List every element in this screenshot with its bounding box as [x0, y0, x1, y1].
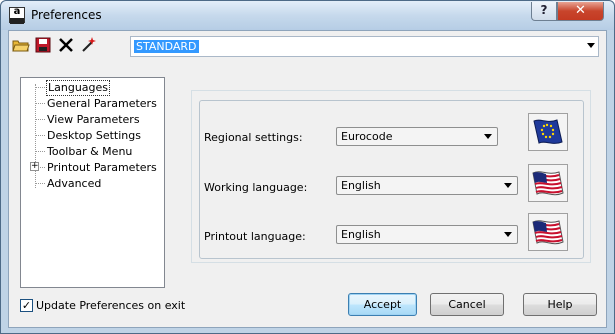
working-language-label: Working language:	[204, 181, 308, 194]
accept-button[interactable]: Accept	[348, 293, 417, 316]
window-title: Preferences	[31, 8, 102, 22]
profile-select[interactable]: STANDARD	[130, 36, 599, 57]
expand-icon[interactable]: +	[30, 162, 39, 171]
regional-settings-label: Regional settings:	[204, 131, 303, 144]
eu-flag-button[interactable]	[528, 113, 568, 151]
printout-language-label: Printout language:	[204, 230, 306, 243]
working-language-value: English	[341, 179, 381, 192]
preferences-window: a Preferences ? ✕ STANDARD Languages Gen…	[0, 0, 615, 334]
chevron-down-icon	[504, 232, 512, 237]
chevron-down-icon	[504, 183, 512, 188]
printout-language-value: English	[341, 228, 381, 241]
delete-icon[interactable]	[57, 36, 75, 54]
preferences-tree[interactable]: Languages General Parameters View Parame…	[20, 77, 165, 288]
profile-value: STANDARD	[134, 40, 199, 53]
us-flag-icon	[532, 220, 564, 245]
save-icon[interactable]	[34, 36, 52, 54]
regional-settings-select[interactable]: Eurocode	[336, 127, 498, 146]
us-flag-button-printout[interactable]	[528, 213, 568, 251]
title-help-button[interactable]: ?	[531, 2, 557, 21]
app-icon: a	[9, 7, 25, 24]
new-icon[interactable]	[80, 36, 98, 54]
update-preferences-checkbox[interactable]: ✓	[20, 299, 33, 312]
us-flag-button-working[interactable]	[528, 164, 568, 202]
cancel-button[interactable]: Cancel	[430, 293, 504, 316]
tree-item-general-parameters[interactable]: General Parameters	[47, 97, 157, 111]
regional-settings-value: Eurocode	[341, 130, 393, 143]
us-flag-icon	[532, 171, 564, 196]
open-folder-icon[interactable]	[12, 36, 30, 54]
tree-item-advanced[interactable]: Advanced	[47, 177, 101, 191]
tree-item-desktop-settings[interactable]: Desktop Settings	[47, 129, 141, 143]
tree-item-languages[interactable]: Languages	[45, 80, 111, 96]
chevron-down-icon	[484, 134, 492, 139]
tree-item-toolbar-menu[interactable]: Toolbar & Menu	[47, 145, 132, 159]
working-language-select[interactable]: English	[336, 176, 518, 195]
tree-item-printout-parameters[interactable]: Printout Parameters	[47, 161, 157, 175]
update-preferences-label: Update Preferences on exit	[36, 299, 186, 312]
eu-flag-icon	[533, 119, 563, 144]
chevron-down-icon	[587, 43, 595, 48]
close-button[interactable]: ✕	[557, 2, 604, 21]
tree-item-view-parameters[interactable]: View Parameters	[47, 113, 140, 127]
printout-language-select[interactable]: English	[336, 225, 518, 244]
title-bar[interactable]: a Preferences ? ✕	[1, 1, 614, 30]
help-button[interactable]: Help	[523, 293, 597, 316]
dialog-body: STANDARD Languages General Parameters Vi…	[8, 30, 607, 328]
